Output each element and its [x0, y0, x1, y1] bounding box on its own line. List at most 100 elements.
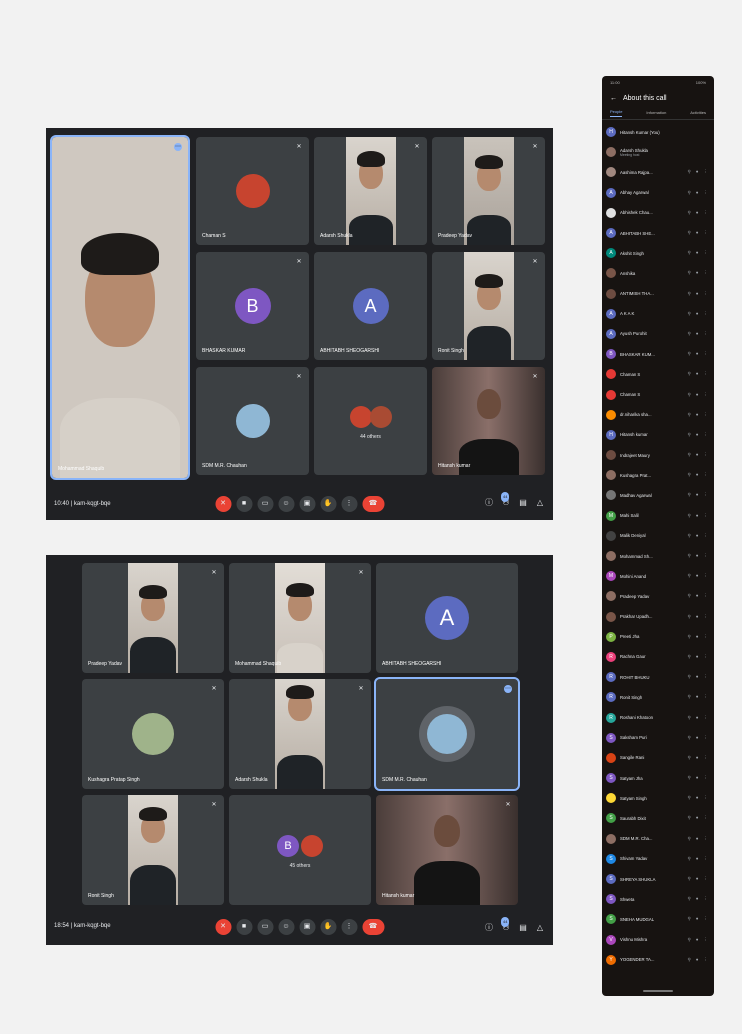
- pin-icon[interactable]: ⚲: [687, 513, 690, 519]
- person-row[interactable]: R Rachna Gaur ⚲ ● ⋮: [606, 647, 710, 667]
- participant-tile-speaking[interactable]: ⋯ SDM M.R. Chauhan: [374, 677, 520, 791]
- pin-icon[interactable]: ⚲: [687, 755, 690, 761]
- more-icon[interactable]: ⋮: [704, 916, 709, 922]
- captions-button[interactable]: ▭: [257, 919, 273, 935]
- mic-icon[interactable]: ●: [696, 250, 699, 256]
- camera-button[interactable]: ■: [236, 496, 252, 512]
- more-icon[interactable]: ⋮: [704, 432, 709, 438]
- more-icon[interactable]: ⋮: [704, 593, 709, 599]
- mic-icon[interactable]: ●: [696, 876, 699, 882]
- person-row[interactable]: Satyam Singh ⚲ ● ⋮: [606, 788, 710, 808]
- pin-icon[interactable]: ⚲: [687, 472, 690, 478]
- chat-icon[interactable]: ▤: [518, 923, 528, 933]
- more-icon[interactable]: ⋮: [704, 795, 709, 801]
- pin-icon[interactable]: ⚲: [687, 815, 690, 821]
- mic-icon[interactable]: ●: [696, 715, 699, 721]
- pin-icon[interactable]: ⚲: [687, 876, 690, 882]
- mic-icon[interactable]: ●: [696, 311, 699, 317]
- pin-icon[interactable]: ⚲: [687, 775, 690, 781]
- person-row[interactable]: M Mahi Salil ⚲ ● ⋮: [606, 506, 710, 526]
- present-button[interactable]: ▣: [299, 919, 315, 935]
- more-icon[interactable]: ⋮: [704, 291, 709, 297]
- more-icon[interactable]: ⋮: [704, 553, 709, 559]
- pin-icon[interactable]: ⚲: [687, 896, 690, 902]
- mic-icon[interactable]: ●: [696, 513, 699, 519]
- more-icon[interactable]: ⋮: [704, 775, 709, 781]
- mic-icon[interactable]: ●: [696, 270, 699, 276]
- back-arrow-icon[interactable]: ←: [610, 95, 617, 102]
- more-icon[interactable]: ⋮: [704, 815, 709, 821]
- info-icon[interactable]: ⓘ: [484, 498, 494, 508]
- emoji-button[interactable]: ☺: [278, 919, 294, 935]
- pin-icon[interactable]: ⚲: [687, 169, 690, 175]
- person-row[interactable]: R Ronit Singh ⚲ ● ⋮: [606, 687, 710, 707]
- more-icon[interactable]: ⋮: [704, 957, 709, 963]
- more-options-button[interactable]: ⋮: [341, 496, 357, 512]
- person-row[interactable]: S SNEHA MUDGAL ⚲ ● ⋮: [606, 909, 710, 929]
- more-icon[interactable]: ⋮: [704, 270, 709, 276]
- pin-icon[interactable]: ⚲: [687, 957, 690, 963]
- mic-icon[interactable]: ●: [696, 452, 699, 458]
- mic-icon[interactable]: ●: [696, 412, 699, 418]
- mic-icon[interactable]: ●: [696, 230, 699, 236]
- tab-information[interactable]: Information: [646, 110, 666, 115]
- mic-icon[interactable]: ●: [696, 795, 699, 801]
- more-icon[interactable]: ⋮: [704, 573, 709, 579]
- mic-icon[interactable]: ●: [696, 432, 699, 438]
- mic-icon[interactable]: ●: [696, 553, 699, 559]
- participant-tile[interactable]: ✕ Pradeep Yadav: [432, 137, 545, 245]
- pin-icon[interactable]: ⚲: [687, 654, 690, 660]
- mic-icon[interactable]: ●: [696, 634, 699, 640]
- pin-icon[interactable]: ⚲: [687, 230, 690, 236]
- more-icon[interactable]: ⋮: [704, 230, 709, 236]
- more-icon[interactable]: ⋮: [704, 876, 709, 882]
- participant-tile[interactable]: ✕ Mohammad Shaquib: [229, 563, 371, 673]
- mic-icon[interactable]: ●: [696, 472, 699, 478]
- more-icon[interactable]: ⋮: [704, 694, 709, 700]
- mic-icon[interactable]: ●: [696, 614, 699, 620]
- more-icon[interactable]: ⋮: [704, 412, 709, 418]
- person-row[interactable]: P Preeti Jha ⚲ ● ⋮: [606, 627, 710, 647]
- participant-tile[interactable]: ✕ Hitansh kumar: [432, 367, 545, 475]
- participant-tile[interactable]: ✕ Adarsh Shukla: [229, 679, 371, 789]
- person-row[interactable]: Prakhar Upadh... ⚲ ● ⋮: [606, 607, 710, 627]
- participant-tile[interactable]: ✕ SDM M.R. Chauhan: [196, 367, 309, 475]
- participant-tile-main[interactable]: Mohammad Shaquib ⋯: [50, 135, 190, 480]
- pin-icon[interactable]: ⚲: [687, 351, 690, 357]
- pin-icon[interactable]: ⚲: [687, 553, 690, 559]
- activities-icon[interactable]: △: [535, 923, 545, 933]
- mic-icon[interactable]: ●: [696, 190, 699, 196]
- participant-tile[interactable]: ✕ Pradeep Yadav: [82, 563, 224, 673]
- mic-icon[interactable]: ●: [696, 937, 699, 943]
- participant-tile[interactable]: ✕ Kushagra Pratap Singh: [82, 679, 224, 789]
- info-icon[interactable]: ⓘ: [484, 923, 494, 933]
- person-row[interactable]: ANTIMISH THA... ⚲ ● ⋮: [606, 284, 710, 304]
- person-row[interactable]: A A K A K ⚲ ● ⋮: [606, 304, 710, 324]
- pin-icon[interactable]: ⚲: [687, 190, 690, 196]
- person-row[interactable]: H Hitansh kumar ⚲ ● ⋮: [606, 425, 710, 445]
- person-row[interactable]: Y YOGENDER TA... ⚲ ● ⋮: [606, 950, 710, 970]
- pin-icon[interactable]: ⚲: [687, 795, 690, 801]
- mic-icon[interactable]: ●: [696, 392, 699, 398]
- more-icon[interactable]: ⋮: [704, 614, 709, 620]
- person-row[interactable]: A Abhay Agarwal ⚲ ● ⋮: [606, 183, 710, 203]
- person-row[interactable]: Madhav Agarwal ⚲ ● ⋮: [606, 485, 710, 505]
- more-icon[interactable]: ⋮: [704, 513, 709, 519]
- person-row[interactable]: A ABHITABH SHE... ⚲ ● ⋮: [606, 223, 710, 243]
- mic-icon[interactable]: ●: [696, 291, 699, 297]
- more-icon[interactable]: ⋮: [704, 735, 709, 741]
- mic-icon[interactable]: ●: [696, 694, 699, 700]
- mic-button[interactable]: ✕: [215, 496, 231, 512]
- mic-icon[interactable]: ●: [696, 735, 699, 741]
- person-row[interactable]: V Vishnu Mishra ⚲ ● ⋮: [606, 930, 710, 950]
- pin-icon[interactable]: ⚲: [687, 715, 690, 721]
- tab-activities[interactable]: Activities: [690, 110, 706, 115]
- camera-button[interactable]: ■: [236, 919, 252, 935]
- mic-icon[interactable]: ●: [696, 593, 699, 599]
- more-icon[interactable]: ⋮: [704, 250, 709, 256]
- person-row[interactable]: S Saksham Puri ⚲ ● ⋮: [606, 728, 710, 748]
- participant-tile[interactable]: A ABHITABH SHEOGARSHI: [376, 563, 518, 673]
- pin-icon[interactable]: ⚲: [687, 694, 690, 700]
- more-icon[interactable]: ⋮: [704, 210, 709, 216]
- person-row[interactable]: SDM M.R. Cha... ⚲ ● ⋮: [606, 829, 710, 849]
